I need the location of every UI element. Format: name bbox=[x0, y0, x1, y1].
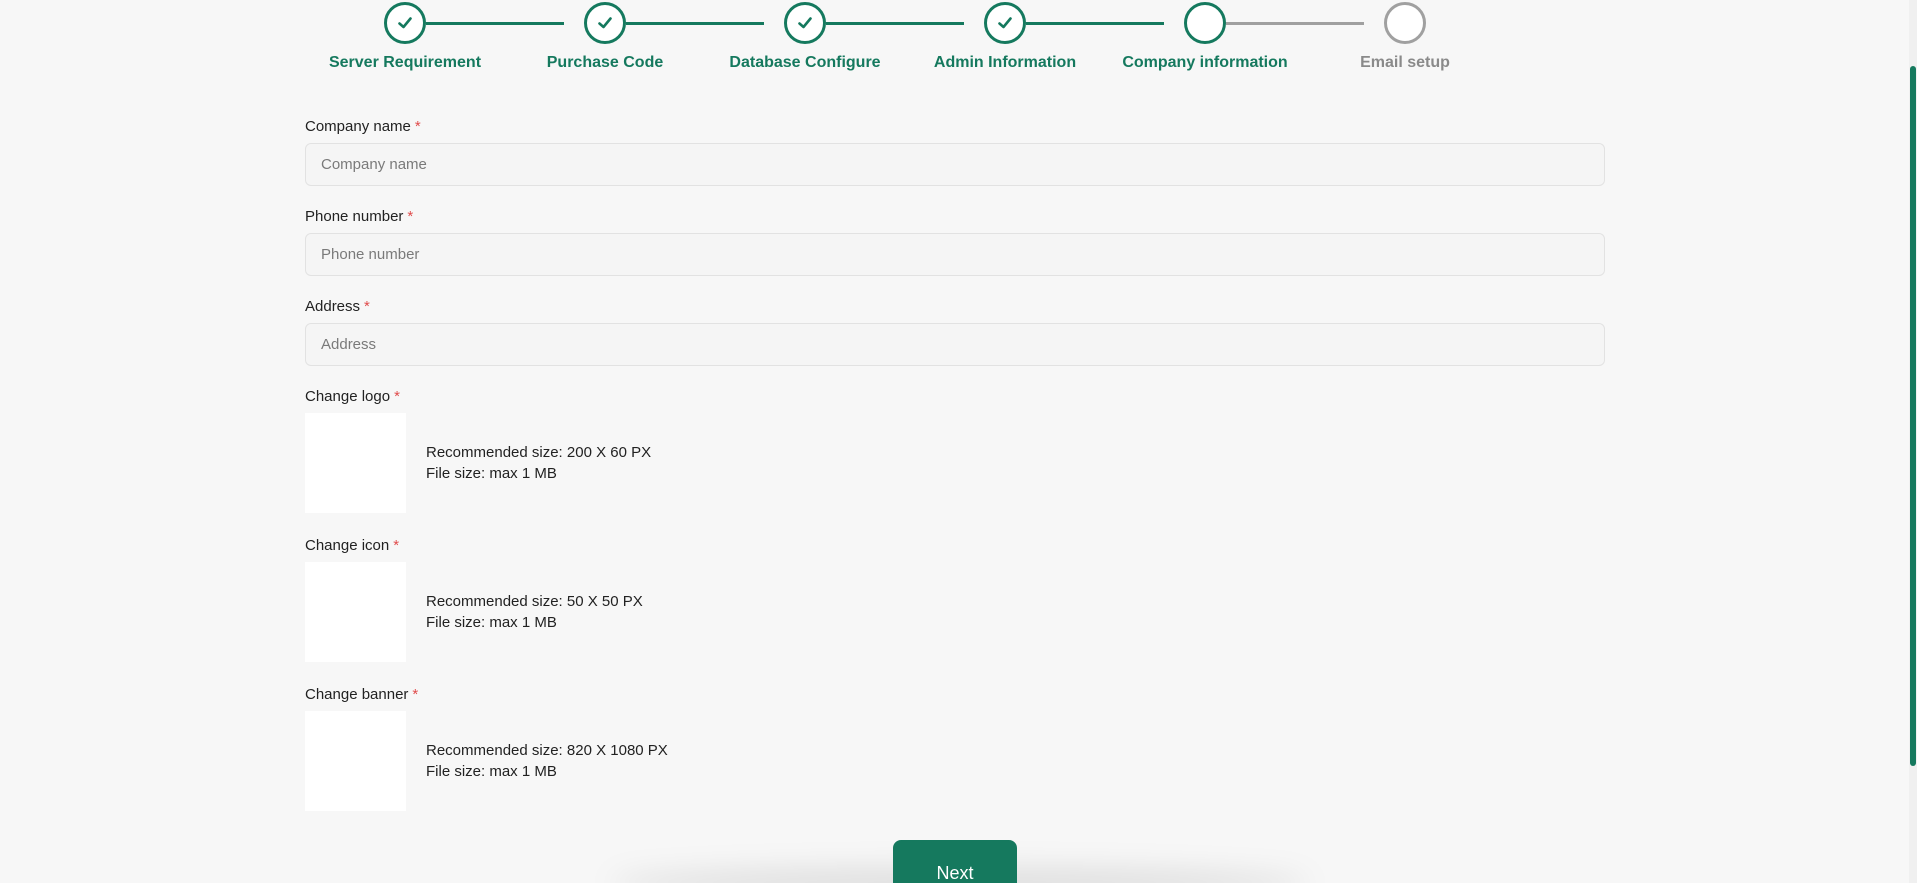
recommended-size-text: Recommended size: 50 X 50 PX bbox=[426, 593, 643, 610]
check-icon bbox=[998, 17, 1012, 29]
next-button-label: Next bbox=[936, 863, 974, 883]
field-label-text: Change logo bbox=[305, 388, 391, 405]
icon-upload-info: Recommended size: 50 X 50 PX File size: … bbox=[426, 591, 643, 633]
company-information-form: Company name* Phone number* Address* Cha… bbox=[305, 118, 1605, 835]
check-icon bbox=[798, 17, 812, 29]
step-company-information: Company information bbox=[1105, 0, 1305, 72]
phone-number-label: Phone number * bbox=[305, 208, 1605, 226]
logo-upload-row: Recommended size: 200 X 60 PX File size:… bbox=[305, 413, 1605, 513]
scrollbar-track[interactable] bbox=[1909, 0, 1917, 883]
step-label: Purchase Code bbox=[546, 54, 664, 71]
phone-number-field: Phone number * bbox=[305, 208, 1605, 276]
scrollbar-thumb[interactable] bbox=[1910, 66, 1916, 766]
address-label: Address * bbox=[305, 298, 1605, 316]
file-size-text: File size: max 1 MB bbox=[426, 763, 557, 780]
company-name-field: Company name * bbox=[305, 118, 1605, 186]
change-banner-field: Change banner * Recommended size: 820 X 1… bbox=[305, 686, 1605, 811]
banner-upload-dropzone[interactable] bbox=[305, 711, 406, 811]
banner-upload-row: Recommended size: 820 X 1080 PX File siz… bbox=[305, 711, 1605, 811]
change-icon-field: Change icon * Recommended size: 50 X 50 P… bbox=[305, 537, 1605, 662]
step-circle-complete bbox=[784, 2, 826, 44]
change-icon-label: Change icon * bbox=[305, 537, 1605, 555]
required-mark: * bbox=[412, 686, 419, 703]
address-field: Address * bbox=[305, 298, 1605, 366]
required-mark: * bbox=[414, 118, 421, 135]
check-icon bbox=[398, 17, 412, 29]
change-logo-label: Change logo * bbox=[305, 388, 1605, 406]
step-label: Server Requirement bbox=[328, 54, 482, 71]
field-label-text: Company name bbox=[305, 118, 411, 135]
required-mark: * bbox=[394, 388, 400, 405]
field-label-text: Phone number bbox=[305, 208, 404, 225]
field-label-text: Change icon bbox=[305, 537, 390, 554]
step-database-configure: Database Configure bbox=[705, 0, 905, 72]
step-server-requirement: Server Requirement bbox=[305, 0, 505, 72]
logo-upload-info: Recommended size: 200 X 60 PX File size:… bbox=[426, 442, 651, 484]
step-label: Email setup bbox=[1360, 54, 1450, 71]
step-email-setup: Email setup bbox=[1305, 0, 1505, 72]
required-mark: * bbox=[407, 208, 414, 225]
recommended-size-text: Recommended size: 200 X 60 PX bbox=[426, 444, 652, 461]
field-label-text: Address bbox=[305, 298, 361, 315]
check-icon bbox=[598, 17, 612, 29]
required-mark: * bbox=[364, 298, 370, 315]
step-admin-information: Admin Information bbox=[905, 0, 1105, 72]
step-label: Admin Information bbox=[933, 54, 1077, 71]
step-circle-current bbox=[1184, 2, 1226, 44]
step-purchase-code: Purchase Code bbox=[505, 0, 705, 72]
icon-upload-row: Recommended size: 50 X 50 PX File size: … bbox=[305, 562, 1605, 662]
change-logo-field: Change logo * Recommended size: 200 X 60 … bbox=[305, 388, 1605, 513]
installer-page: Server Requirement Purchase Code Databas… bbox=[0, 0, 1917, 883]
next-button[interactable]: Next bbox=[893, 840, 1017, 883]
step-label: Database Configure bbox=[729, 54, 881, 71]
company-name-label: Company name * bbox=[305, 118, 1605, 136]
icon-upload-dropzone[interactable] bbox=[305, 562, 406, 662]
step-circle-complete bbox=[984, 2, 1026, 44]
address-input[interactable] bbox=[305, 323, 1605, 366]
file-size-text: File size: max 1 MB bbox=[426, 465, 557, 482]
recommended-size-text: Recommended size: 820 X 1080 PX bbox=[426, 742, 668, 759]
logo-upload-dropzone[interactable] bbox=[305, 413, 406, 513]
required-mark: * bbox=[393, 537, 400, 554]
step-circle-complete bbox=[584, 2, 626, 44]
step-circle-pending bbox=[1384, 2, 1426, 44]
phone-number-input[interactable] bbox=[305, 233, 1605, 276]
field-label-text: Change banner bbox=[305, 686, 409, 703]
company-name-input[interactable] bbox=[305, 143, 1605, 186]
file-size-text: File size: max 1 MB bbox=[426, 614, 557, 631]
change-banner-label: Change banner * bbox=[305, 686, 1605, 704]
install-stepper: Server Requirement Purchase Code Databas… bbox=[305, 0, 1505, 90]
step-circle-complete bbox=[384, 2, 426, 44]
step-label: Company information bbox=[1122, 54, 1288, 71]
banner-upload-info: Recommended size: 820 X 1080 PX File siz… bbox=[426, 740, 668, 782]
